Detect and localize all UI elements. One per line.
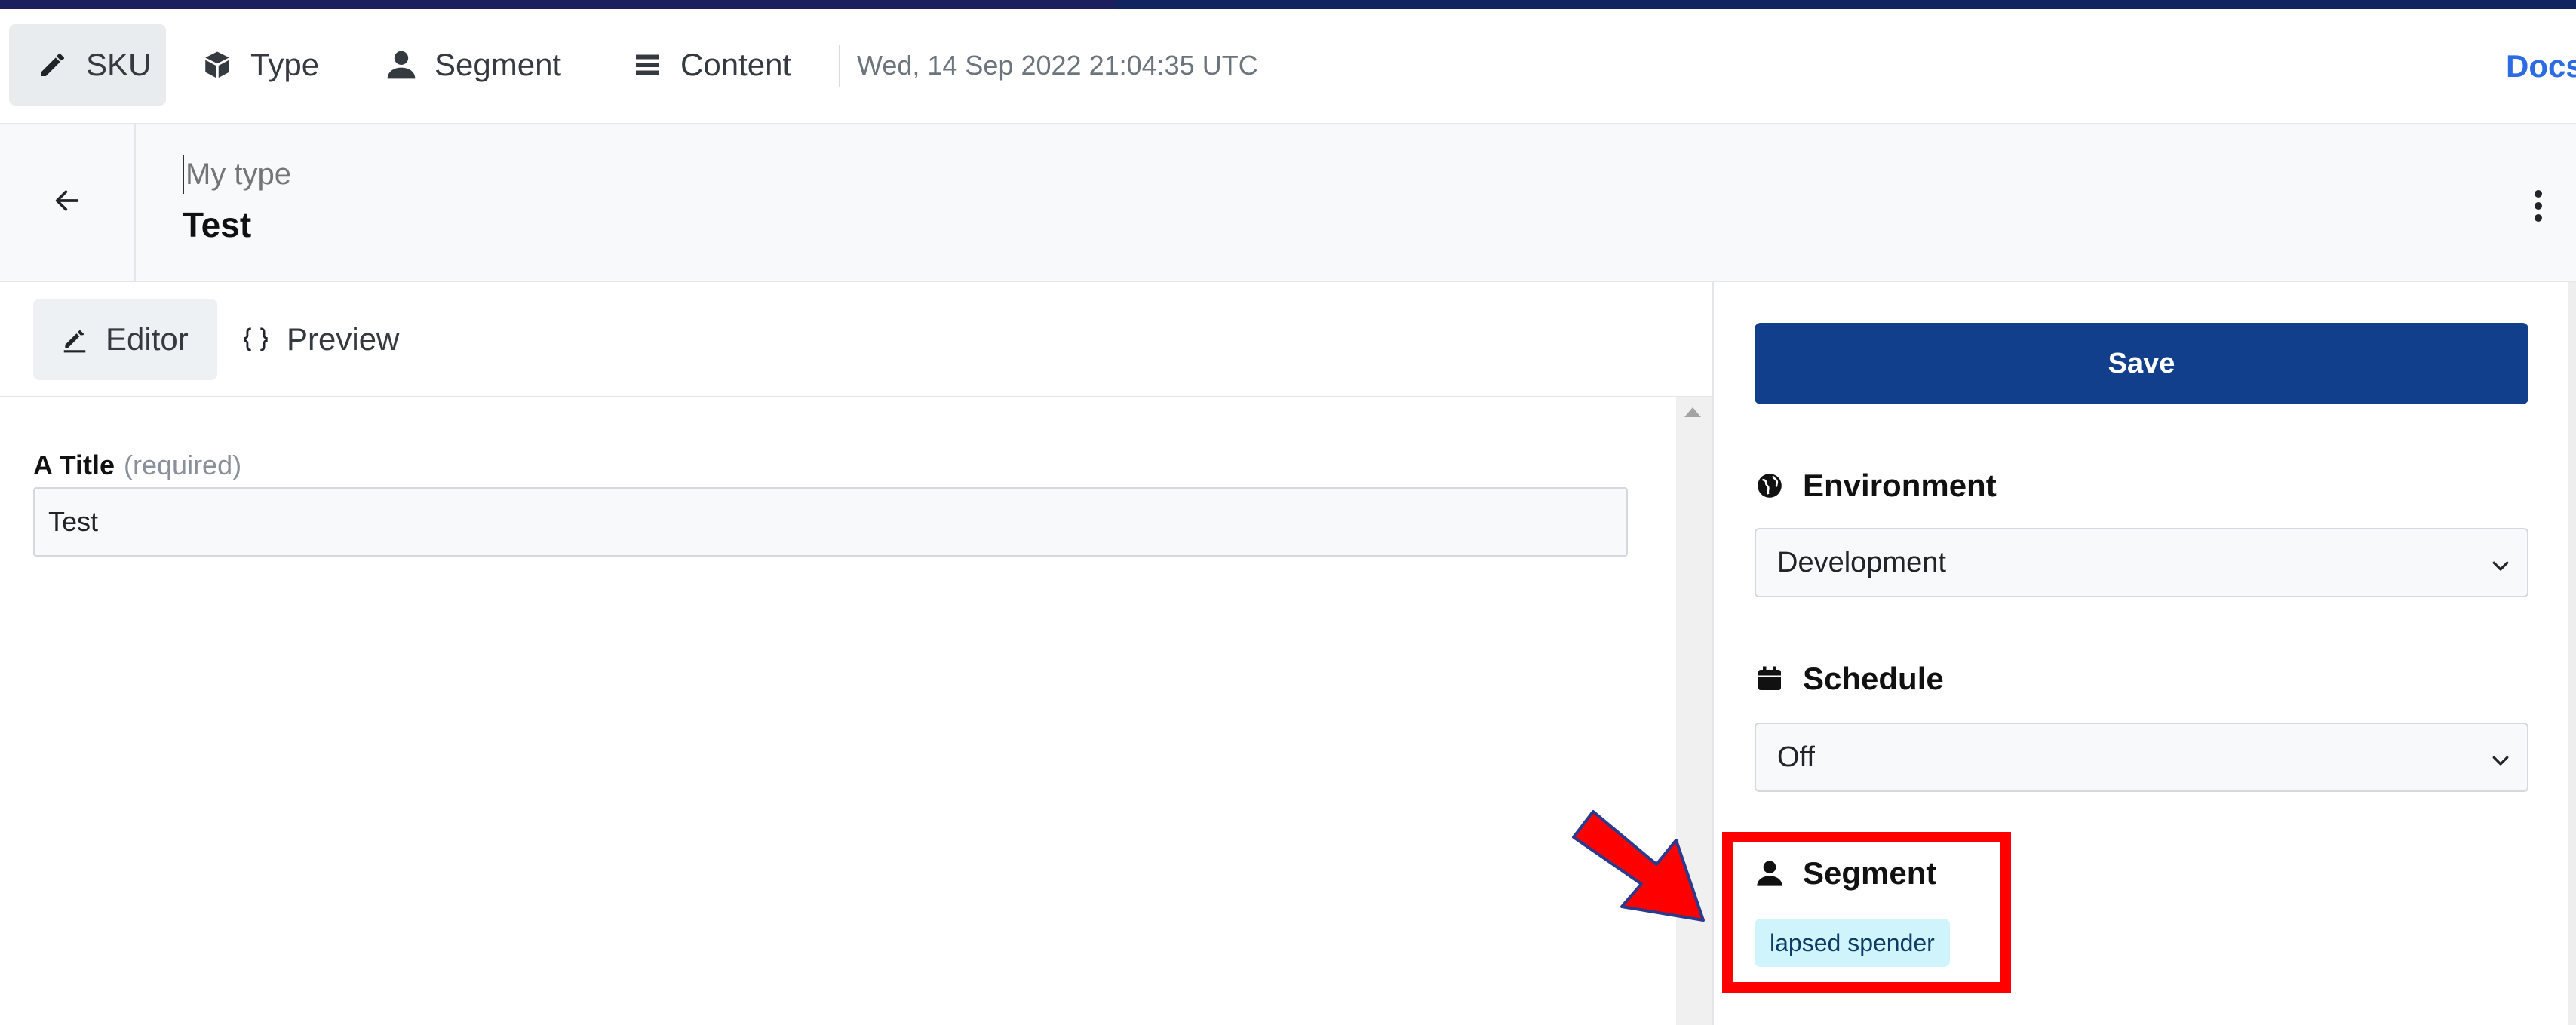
environment-label-text: Environment <box>1803 468 1997 503</box>
tab-label: Editor <box>106 321 189 357</box>
tab-label: Preview <box>287 321 400 357</box>
page-title: Test <box>183 205 252 244</box>
calendar-icon <box>1755 664 1785 694</box>
nav-item-type[interactable]: Type <box>199 24 319 106</box>
list-icon <box>629 47 665 83</box>
kebab-menu-icon <box>2534 189 2543 226</box>
nav-item-segment[interactable]: Segment <box>383 24 561 106</box>
tab-preview[interactable]: Preview <box>241 299 399 380</box>
pencil-icon <box>60 325 89 354</box>
pencil-icon <box>35 47 71 83</box>
chevron-down-icon <box>2489 552 2512 585</box>
nav-item-label: SKU <box>86 47 152 82</box>
top-accent-left <box>0 0 1116 9</box>
sidebar-scrollbar[interactable] <box>2568 282 2576 1025</box>
arrow-left-icon <box>52 186 82 219</box>
top-navigation: SKU Type Segment Content Wed, 14 Sep 202… <box>0 9 2576 124</box>
schedule-label-text: Schedule <box>1803 661 1944 696</box>
nav-divider <box>839 45 840 87</box>
document-header: Test <box>0 124 2576 282</box>
environment-value: Development <box>1777 546 1946 578</box>
editor-tabs: Editor Preview <box>0 282 1712 397</box>
nav-item-label: Content <box>680 47 792 82</box>
timestamp: Wed, 14 Sep 2022 21:04:35 UTC <box>857 50 1258 81</box>
schedule-select[interactable]: Off <box>1755 723 2528 792</box>
nav-item-label: Segment <box>434 47 562 82</box>
schedule-label: Schedule <box>1755 661 1944 697</box>
nav-item-content[interactable]: Content <box>629 24 791 106</box>
docs-link[interactable]: Docs <box>2506 48 2576 84</box>
nav-item-label: Type <box>250 47 320 82</box>
top-accent-bar <box>0 0 2576 9</box>
environment-label: Environment <box>1755 468 1997 504</box>
type-name-input[interactable] <box>183 155 789 194</box>
globe-icon <box>1755 471 1785 501</box>
scroll-up-arrow-icon[interactable] <box>1684 407 1701 417</box>
top-accent-right <box>1116 0 2576 9</box>
annotation-arrow-icon <box>1572 810 1705 922</box>
save-button[interactable]: Save <box>1755 323 2528 404</box>
more-options-button[interactable] <box>2523 185 2553 230</box>
environment-select[interactable]: Development <box>1755 528 2528 597</box>
braces-icon <box>241 325 270 354</box>
tab-editor[interactable]: Editor <box>33 299 217 380</box>
annotation-highlight-box <box>1722 832 2011 993</box>
cube-icon <box>199 47 235 83</box>
user-icon <box>383 47 419 83</box>
field-label-text: A Title <box>33 450 115 480</box>
chevron-down-icon <box>2489 747 2512 779</box>
schedule-value: Off <box>1777 741 1815 773</box>
title-field-label: A Title (required) <box>33 450 241 481</box>
back-button[interactable] <box>0 124 136 281</box>
title-input[interactable] <box>33 487 1628 557</box>
nav-item-sku[interactable]: SKU <box>9 24 166 106</box>
required-hint: (required) <box>124 450 242 480</box>
